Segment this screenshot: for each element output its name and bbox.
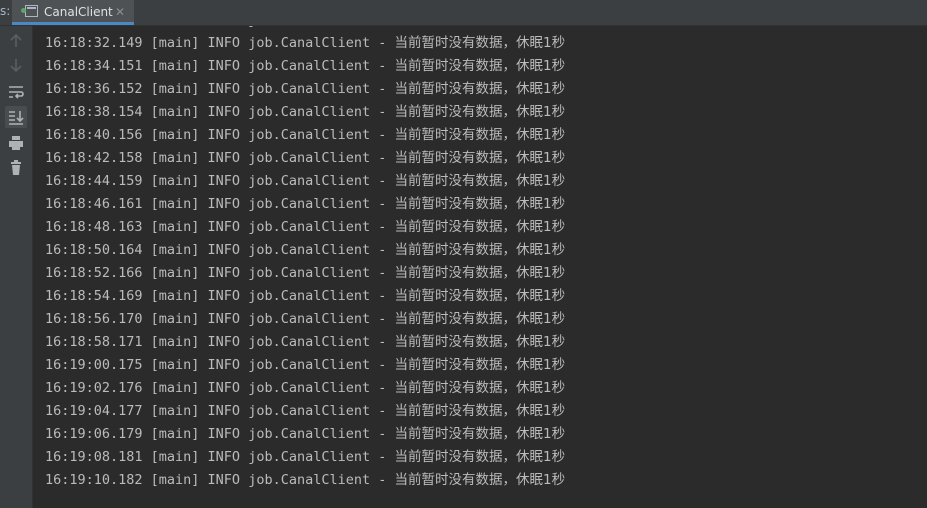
log-prefix: 16:18:30.148 [main] INFO job.CanalClient… [45, 26, 395, 28]
tab-canalclient[interactable]: CanalClient ✕ [12, 0, 134, 25]
log-line: 16:18:38.154 [main] INFO job.CanalClient… [45, 101, 565, 124]
log-prefix: 16:18:58.171 [main] INFO job.CanalClient… [45, 334, 395, 350]
log-lines: 16:18:30.148 [main] INFO job.CanalClient… [45, 26, 565, 492]
log-message: 当前暂时没有数据，休眠1秒 [394, 104, 566, 120]
run-console-icon [25, 5, 38, 17]
log-line: 16:18:48.163 [main] INFO job.CanalClient… [45, 216, 565, 239]
log-line: 16:19:10.182 [main] INFO job.CanalClient… [45, 469, 565, 492]
log-line: 16:19:02.176 [main] INFO job.CanalClient… [45, 377, 565, 400]
log-message: 当前暂时没有数据，休眠1秒 [394, 196, 566, 212]
log-message: 当前暂时没有数据，休眠1秒 [394, 334, 566, 350]
log-prefix: 16:18:32.149 [main] INFO job.CanalClient… [45, 35, 395, 51]
log-line: 16:18:36.152 [main] INFO job.CanalClient… [45, 78, 565, 101]
log-line: 16:18:34.151 [main] INFO job.CanalClient… [45, 55, 565, 78]
log-message: 当前暂时没有数据，休眠1秒 [394, 288, 566, 304]
soft-wrap-icon[interactable] [5, 81, 27, 103]
log-line: 16:18:42.158 [main] INFO job.CanalClient… [45, 147, 565, 170]
log-line: 16:18:32.149 [main] INFO job.CanalClient… [45, 32, 565, 55]
down-arrow-icon[interactable] [5, 54, 27, 76]
up-arrow-icon[interactable] [5, 30, 27, 52]
log-message: 当前暂时没有数据，休眠1秒 [394, 173, 566, 189]
tab-bar: s: CanalClient ✕ [0, 0, 927, 26]
trash-icon[interactable] [5, 157, 27, 179]
log-prefix: 16:19:08.181 [main] INFO job.CanalClient… [45, 449, 395, 465]
log-message: 当前暂时没有数据，休眠1秒 [394, 219, 566, 235]
tab-bar-prefix: s: [0, 4, 11, 18]
log-message: 当前暂时没有数据，休眠1秒 [394, 265, 566, 281]
log-message: 当前暂时没有数据，休眠1秒 [394, 311, 566, 327]
log-prefix: 16:18:34.151 [main] INFO job.CanalClient… [45, 58, 395, 74]
log-line: 16:18:50.164 [main] INFO job.CanalClient… [45, 239, 565, 262]
log-line: 16:19:00.175 [main] INFO job.CanalClient… [45, 354, 565, 377]
log-message: 当前暂时没有数据，休眠1秒 [394, 150, 566, 166]
print-icon[interactable] [5, 132, 27, 154]
log-message: 当前暂时没有数据，休眠1秒 [394, 357, 566, 373]
log-message: 当前暂时没有数据，休眠1秒 [394, 380, 566, 396]
log-line: 16:19:04.177 [main] INFO job.CanalClient… [45, 400, 565, 423]
log-prefix: 16:18:52.166 [main] INFO job.CanalClient… [45, 265, 395, 281]
log-message: 当前暂时没有数据，休眠1秒 [395, 26, 566, 28]
log-prefix: 16:18:42.158 [main] INFO job.CanalClient… [45, 150, 395, 166]
log-line: 16:19:08.181 [main] INFO job.CanalClient… [45, 446, 565, 469]
running-indicator-icon [21, 8, 26, 13]
log-prefix: 16:18:44.159 [main] INFO job.CanalClient… [45, 173, 395, 189]
log-message: 当前暂时没有数据，休眠1秒 [394, 81, 566, 97]
log-prefix: 16:19:10.182 [main] INFO job.CanalClient… [45, 472, 395, 488]
log-prefix: 16:18:36.152 [main] INFO job.CanalClient… [45, 81, 395, 97]
console-toolbar [0, 26, 33, 508]
log-prefix: 16:18:50.164 [main] INFO job.CanalClient… [45, 242, 395, 258]
log-line: 16:18:54.169 [main] INFO job.CanalClient… [45, 285, 565, 308]
log-prefix: 16:19:00.175 [main] INFO job.CanalClient… [45, 357, 395, 373]
close-tab-icon[interactable]: ✕ [115, 5, 125, 19]
log-message: 当前暂时没有数据，休眠1秒 [394, 35, 566, 51]
log-prefix: 16:18:38.154 [main] INFO job.CanalClient… [45, 104, 395, 120]
log-message: 当前暂时没有数据，休眠1秒 [394, 242, 566, 258]
log-message: 当前暂时没有数据，休眠1秒 [394, 127, 566, 143]
log-message: 当前暂时没有数据，休眠1秒 [394, 426, 566, 442]
log-prefix: 16:18:48.163 [main] INFO job.CanalClient… [45, 219, 395, 235]
log-prefix: 16:18:56.170 [main] INFO job.CanalClient… [45, 311, 395, 327]
log-message: 当前暂时没有数据，休眠1秒 [394, 403, 566, 419]
log-line: 16:18:56.170 [main] INFO job.CanalClient… [45, 308, 565, 331]
console-output[interactable]: 16:18:30.148 [main] INFO job.CanalClient… [33, 26, 927, 508]
log-line: 16:18:44.159 [main] INFO job.CanalClient… [45, 170, 565, 193]
log-prefix: 16:19:06.179 [main] INFO job.CanalClient… [45, 426, 395, 442]
log-message: 当前暂时没有数据，休眠1秒 [394, 472, 566, 488]
log-prefix: 16:19:02.176 [main] INFO job.CanalClient… [45, 380, 395, 396]
log-prefix: 16:18:40.156 [main] INFO job.CanalClient… [45, 127, 395, 143]
log-line: 16:18:52.166 [main] INFO job.CanalClient… [45, 262, 565, 285]
log-message: 当前暂时没有数据，休眠1秒 [394, 449, 566, 465]
log-prefix: 16:19:04.177 [main] INFO job.CanalClient… [45, 403, 395, 419]
log-prefix: 16:18:54.169 [main] INFO job.CanalClient… [45, 288, 395, 304]
log-message: 当前暂时没有数据，休眠1秒 [394, 58, 566, 74]
log-line: 16:18:40.156 [main] INFO job.CanalClient… [45, 124, 565, 147]
log-line: 16:19:06.179 [main] INFO job.CanalClient… [45, 423, 565, 446]
log-line: 16:18:58.171 [main] INFO job.CanalClient… [45, 331, 565, 354]
log-prefix: 16:18:46.161 [main] INFO job.CanalClient… [45, 196, 395, 212]
scroll-to-end-icon[interactable] [5, 106, 27, 128]
tab-label: CanalClient [44, 5, 113, 19]
log-line: 16:18:46.161 [main] INFO job.CanalClient… [45, 193, 565, 216]
active-tab-indicator [12, 22, 134, 25]
